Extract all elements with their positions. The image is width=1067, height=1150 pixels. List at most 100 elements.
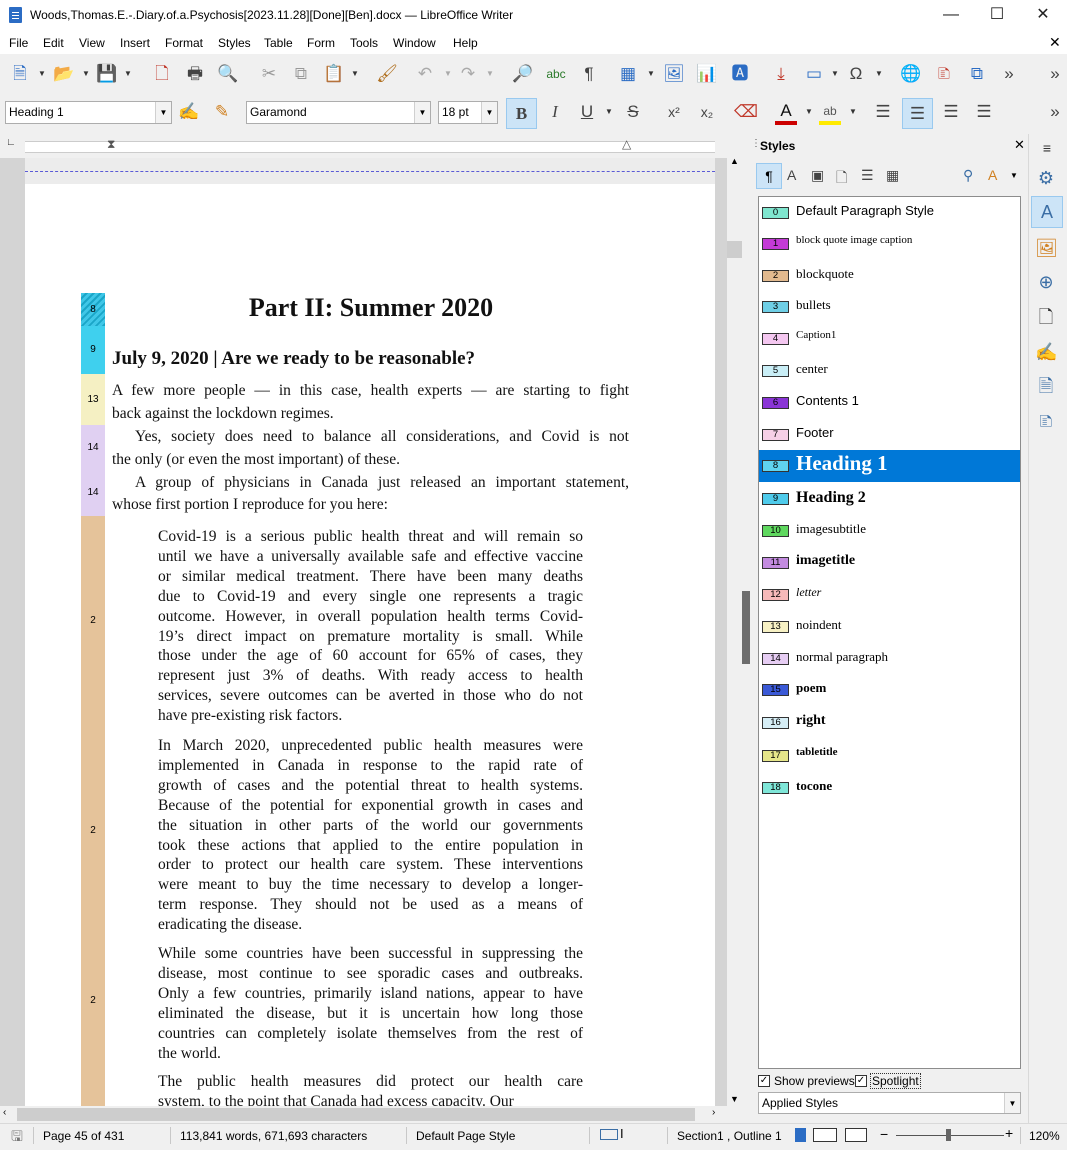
left-indent-marker-icon[interactable]: ⧗: [107, 137, 115, 152]
book-view-icon[interactable]: [845, 1128, 867, 1142]
font-size-combo[interactable]: 18 pt ▼: [438, 101, 498, 124]
chevron-down-icon[interactable]: ▼: [481, 102, 497, 123]
align-right-icon[interactable]: ☰: [940, 101, 962, 123]
section-outline[interactable]: Section1 , Outline 1: [677, 1129, 782, 1143]
style-item[interactable]: 14 normal paragraph: [759, 643, 1020, 675]
menu-edit[interactable]: Edit: [43, 36, 64, 50]
style-inspector-deck-icon[interactable]: ✍: [1035, 341, 1057, 363]
vertical-scroll-thumb[interactable]: [727, 241, 742, 258]
vertical-scrollbar[interactable]: ▲ ▼: [727, 156, 742, 1106]
menu-format[interactable]: Format: [165, 36, 203, 50]
scroll-right-icon[interactable]: ›: [712, 1107, 715, 1118]
paragraph-styles-icon[interactable]: ¶: [756, 163, 782, 189]
justify-icon[interactable]: ☰: [973, 101, 995, 123]
sidebar-splitter[interactable]: [742, 134, 750, 1123]
document-page[interactable]: 8 9 13 14 14 2 2 2 2 Part II: Summer 202…: [25, 158, 715, 1106]
special-char-dropdown-icon[interactable]: ▼: [875, 63, 883, 85]
menu-form[interactable]: Form: [307, 36, 335, 50]
footnote-icon[interactable]: 🗈: [933, 63, 955, 85]
new-document-icon[interactable]: 🗎: [9, 63, 31, 85]
highlight-color-icon[interactable]: ab: [819, 101, 841, 125]
menu-styles[interactable]: Styles: [218, 36, 251, 50]
formatting-marks-icon[interactable]: ¶: [578, 63, 600, 85]
export-pdf-icon[interactable]: 🗋: [151, 63, 173, 85]
comment-icon[interactable]: ⧉: [966, 63, 988, 85]
undo-dropdown-icon[interactable]: ▼: [444, 63, 452, 85]
scroll-down-icon[interactable]: ▼: [730, 1094, 739, 1104]
design-deck-icon[interactable]: 🗈: [1035, 410, 1057, 432]
redo-icon[interactable]: ↷: [457, 63, 479, 85]
manage-changes-deck-icon[interactable]: 🗎: [1035, 375, 1057, 397]
character-styles-icon[interactable]: A: [787, 167, 796, 183]
word-count[interactable]: 113,841 words, 671,693 characters: [180, 1129, 367, 1143]
font-color-dropdown-icon[interactable]: ▼: [805, 101, 813, 123]
close-document-icon[interactable]: ✕: [1049, 34, 1061, 51]
insert-page-break-icon[interactable]: ⤓: [770, 63, 792, 85]
style-item[interactable]: 17 tabletitle: [759, 740, 1020, 772]
save-dropdown-icon[interactable]: ▼: [124, 63, 132, 85]
find-replace-icon[interactable]: 🔎: [512, 63, 534, 85]
single-page-view-icon[interactable]: [795, 1128, 806, 1142]
list-styles-icon[interactable]: ☰: [861, 167, 874, 184]
underline-button[interactable]: U: [576, 101, 598, 123]
gallery-deck-icon[interactable]: 🖼: [1035, 237, 1058, 259]
sidebar-menu-icon[interactable]: ≡: [1036, 137, 1058, 159]
styles-deck-icon[interactable]: A: [1031, 196, 1063, 228]
paste-dropdown-icon[interactable]: ▼: [351, 63, 359, 85]
zoom-out-icon[interactable]: −: [880, 1126, 888, 1142]
menu-tools[interactable]: Tools: [350, 36, 378, 50]
style-item[interactable]: 1 block quote image caption: [759, 228, 1020, 260]
page-count[interactable]: Page 45 of 431: [43, 1129, 124, 1143]
style-item[interactable]: 4 Caption1: [759, 323, 1020, 355]
spotlight-checkbox[interactable]: ✓: [855, 1075, 867, 1087]
copy-icon[interactable]: ⧉: [290, 63, 312, 85]
underline-dropdown-icon[interactable]: ▼: [605, 101, 613, 123]
redo-dropdown-icon[interactable]: ▼: [486, 63, 494, 85]
frame-styles-icon[interactable]: ▣: [811, 167, 824, 184]
style-item[interactable]: 12 letter: [759, 579, 1020, 611]
menu-table[interactable]: Table: [264, 36, 293, 50]
horizontal-scrollbar[interactable]: ‹ ›: [0, 1106, 727, 1123]
font-color-icon[interactable]: A: [775, 101, 797, 125]
undo-icon[interactable]: ↶: [414, 63, 436, 85]
scroll-left-icon[interactable]: ‹: [3, 1107, 6, 1118]
horizontal-ruler[interactable]: ∟ ⧗ △: [0, 134, 742, 158]
cut-icon[interactable]: ✂: [258, 63, 280, 85]
page-deck-icon[interactable]: 🗋: [1035, 306, 1057, 328]
align-center-icon[interactable]: ☰: [902, 98, 933, 129]
spelling-icon[interactable]: abc: [545, 63, 567, 85]
style-item[interactable]: 10 imagesubtitle: [759, 515, 1020, 547]
document-canvas[interactable]: 8 9 13 14 14 2 2 2 2 Part II: Summer 202…: [0, 158, 727, 1106]
styles-list[interactable]: 0 Default Paragraph Style 1 block quote ima…: [758, 196, 1021, 1069]
italic-button[interactable]: I: [544, 101, 566, 123]
menu-help[interactable]: Help: [453, 36, 478, 50]
sidebar-collapse-handle[interactable]: [742, 591, 750, 664]
style-item[interactable]: 6 Contents 1: [759, 387, 1020, 419]
horizontal-scroll-thumb[interactable]: [17, 1108, 695, 1121]
style-item[interactable]: 13 noindent: [759, 611, 1020, 643]
style-item[interactable]: 15 poem: [759, 674, 1020, 706]
print-preview-icon[interactable]: 🔍: [217, 63, 239, 85]
style-item[interactable]: 2 blockquote: [759, 260, 1020, 292]
zoom-slider-thumb[interactable]: [946, 1129, 951, 1141]
close-button[interactable]: ✕: [1020, 0, 1066, 32]
style-item[interactable]: 11 imagetitle: [759, 547, 1020, 579]
style-item[interactable]: 5 center: [759, 355, 1020, 387]
style-item[interactable]: 8 Heading 1: [759, 450, 1020, 482]
bold-button[interactable]: B: [506, 98, 537, 129]
open-dropdown-icon[interactable]: ▼: [82, 63, 90, 85]
menu-file[interactable]: File: [9, 36, 28, 50]
insert-image-icon[interactable]: 🖼: [663, 63, 685, 85]
superscript-button[interactable]: x²: [663, 101, 685, 123]
selection-mode-icon[interactable]: [600, 1129, 618, 1140]
font-name-combo[interactable]: Garamond ▼: [246, 101, 431, 124]
strikethrough-button[interactable]: S: [622, 101, 644, 123]
page-style[interactable]: Default Page Style: [416, 1129, 515, 1143]
align-left-icon[interactable]: ☰: [872, 101, 894, 123]
save-icon[interactable]: 💾: [96, 63, 118, 85]
style-item[interactable]: 7 Footer: [759, 419, 1020, 451]
insert-textbox-icon[interactable]: 🅰: [729, 63, 751, 85]
style-item[interactable]: 3 bullets: [759, 291, 1020, 323]
new-style-icon[interactable]: ✎: [211, 101, 233, 123]
close-panel-icon[interactable]: ✕: [1014, 137, 1025, 153]
